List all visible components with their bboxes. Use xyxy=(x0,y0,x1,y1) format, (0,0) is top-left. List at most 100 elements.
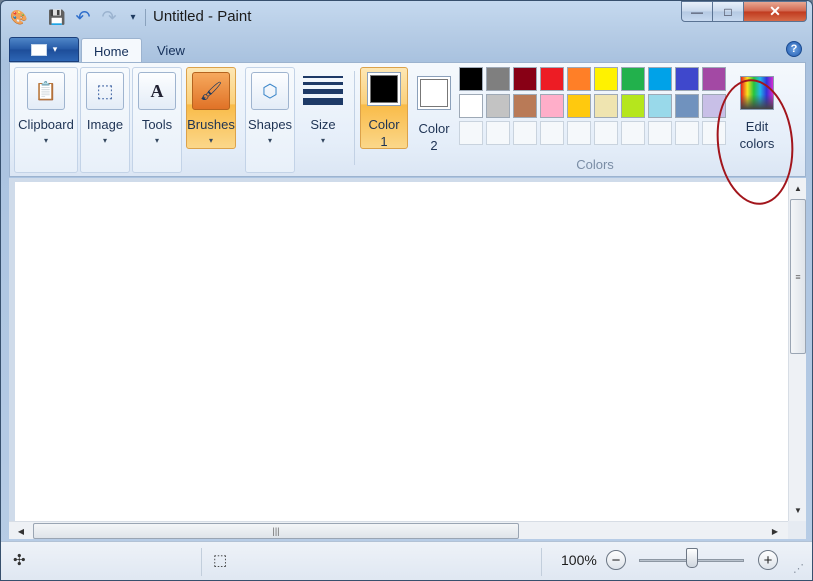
chevron-down-icon: ▾ xyxy=(154,136,159,145)
palette-color-swatch[interactable] xyxy=(486,94,510,118)
palette-custom-slot[interactable] xyxy=(648,121,672,145)
zoom-level: 100% xyxy=(561,552,597,568)
ribbon-panel: 📋 Clipboard ▾ ⬚ Image ▾ A Tools ▾ 🖌 Brus… xyxy=(9,62,806,177)
scroll-right-icon[interactable]: ▶ xyxy=(767,523,783,539)
color1-swatch-frame xyxy=(367,72,401,106)
color2-swatch-frame xyxy=(417,76,451,110)
chevron-down-icon: ▾ xyxy=(52,44,58,54)
status-separator xyxy=(541,548,542,576)
tools-icon: A xyxy=(138,72,176,110)
ribbon-tab-row: ▾ Home View ? xyxy=(9,37,806,63)
clipboard-label: Clipboard xyxy=(18,117,74,132)
palette-color-swatch[interactable] xyxy=(459,67,483,91)
palette-custom-slot[interactable] xyxy=(513,121,537,145)
horizontal-scrollbar[interactable]: ◀ ||| ▶ xyxy=(9,521,788,539)
brushes-button[interactable]: 🖌 Brushes ▾ xyxy=(186,67,236,149)
color2-label: Color 2 xyxy=(418,121,450,153)
vertical-scroll-thumb[interactable]: ≡ xyxy=(790,199,806,354)
chevron-down-icon: ▾ xyxy=(43,136,48,145)
size-lines-icon xyxy=(303,76,343,109)
title-bar: 🎨 💾 ↶ ↷ ▾ Untitled - Paint — □ ✕ xyxy=(1,1,812,34)
scroll-left-icon[interactable]: ◀ xyxy=(13,523,29,539)
selection-size-icon: ⬚ xyxy=(213,552,228,569)
customize-dropdown-icon[interactable]: ▾ xyxy=(123,7,143,27)
size-label: Size xyxy=(310,117,336,132)
paint-menu-icon xyxy=(30,43,47,56)
brush-icon: 🖌 xyxy=(192,72,230,110)
palette-color-swatch[interactable] xyxy=(675,94,699,118)
color1-label: Color 1 xyxy=(368,117,400,149)
tools-button[interactable]: A Tools ▾ xyxy=(132,67,182,173)
palette-color-swatch[interactable] xyxy=(648,67,672,91)
zoom-out-button[interactable]: − xyxy=(606,550,626,570)
tab-view[interactable]: View xyxy=(145,38,197,63)
maximize-button[interactable]: □ xyxy=(712,1,744,22)
chevron-down-icon: ▾ xyxy=(320,136,325,145)
palette-custom-slot[interactable] xyxy=(594,121,618,145)
shapes-label: Shapes xyxy=(247,117,293,132)
shapes-button[interactable]: ⬡ Shapes ▾ xyxy=(245,67,295,173)
color2-button[interactable]: Color 2 xyxy=(410,67,458,173)
paint-app-icon[interactable]: 🎨 xyxy=(9,7,29,27)
palette-color-swatch[interactable] xyxy=(702,67,726,91)
image-label: Image xyxy=(86,117,124,132)
colors-group-label: Colors xyxy=(576,157,614,172)
window-title: Untitled - Paint xyxy=(153,8,252,25)
palette-color-swatch[interactable] xyxy=(513,94,537,118)
undo-icon[interactable]: ↶ xyxy=(73,7,93,27)
minimize-button[interactable]: — xyxy=(681,1,713,22)
clipboard-icon: 📋 xyxy=(27,72,65,110)
chevron-down-icon: ▾ xyxy=(267,136,272,145)
chevron-down-icon: ▾ xyxy=(102,136,107,145)
palette-custom-slot[interactable] xyxy=(540,121,564,145)
palette-color-swatch[interactable] xyxy=(513,67,537,91)
size-button[interactable]: Size ▾ xyxy=(298,67,348,173)
brushes-label: Brushes xyxy=(187,117,235,132)
close-button[interactable]: ✕ xyxy=(743,1,807,22)
palette-color-swatch[interactable] xyxy=(675,67,699,91)
zoom-in-button[interactable]: + xyxy=(758,550,778,570)
palette-color-swatch[interactable] xyxy=(594,67,618,91)
vertical-scrollbar[interactable]: ▲ ≡ ▼ xyxy=(788,178,806,521)
status-separator xyxy=(201,548,202,576)
drawing-canvas[interactable] xyxy=(15,182,788,521)
scroll-down-icon[interactable]: ▼ xyxy=(790,502,806,518)
palette-custom-slot[interactable] xyxy=(459,121,483,145)
palette-color-swatch[interactable] xyxy=(459,94,483,118)
cursor-position-icon: ✣ xyxy=(13,552,26,569)
scrollbar-corner xyxy=(788,521,806,539)
clipboard-button[interactable]: 📋 Clipboard ▾ xyxy=(14,67,78,173)
palette-color-swatch[interactable] xyxy=(486,67,510,91)
color1-button[interactable]: Color 1 xyxy=(360,67,408,149)
palette-color-swatch[interactable] xyxy=(540,94,564,118)
palette-custom-slot[interactable] xyxy=(621,121,645,145)
palette-color-swatch[interactable] xyxy=(567,67,591,91)
palette-color-swatch[interactable] xyxy=(567,94,591,118)
palette-color-swatch[interactable] xyxy=(648,94,672,118)
resize-grip-icon[interactable]: ⋰ xyxy=(793,562,804,575)
status-bar: ✣ ⬚ 100% − + ⋰ xyxy=(1,541,812,580)
tab-home[interactable]: Home xyxy=(81,38,142,63)
palette-color-swatch[interactable] xyxy=(621,67,645,91)
help-icon[interactable]: ? xyxy=(786,41,802,57)
chevron-down-icon: ▾ xyxy=(208,136,213,145)
shapes-icon: ⬡ xyxy=(251,72,289,110)
palette-color-swatch[interactable] xyxy=(540,67,564,91)
horizontal-scroll-thumb[interactable]: ||| xyxy=(33,523,519,539)
palette-custom-slot[interactable] xyxy=(567,121,591,145)
paint-menu-button[interactable]: ▾ xyxy=(9,37,79,62)
paint-window: 🎨 💾 ↶ ↷ ▾ Untitled - Paint — □ ✕ ▾ Home … xyxy=(0,0,813,581)
color2-swatch xyxy=(420,79,448,107)
scroll-up-icon[interactable]: ▲ xyxy=(790,180,806,196)
palette-custom-slot[interactable] xyxy=(675,121,699,145)
redo-icon[interactable]: ↷ xyxy=(99,7,119,27)
save-icon[interactable]: 💾 xyxy=(47,7,67,27)
palette-color-swatch[interactable] xyxy=(594,94,618,118)
group-separator xyxy=(354,71,355,165)
palette-color-swatch[interactable] xyxy=(621,94,645,118)
palette-custom-slot[interactable] xyxy=(486,121,510,145)
zoom-slider-thumb[interactable] xyxy=(685,548,698,568)
quick-access-separator xyxy=(145,9,146,26)
image-button[interactable]: ⬚ Image ▾ xyxy=(80,67,130,173)
canvas-workspace xyxy=(9,178,788,521)
